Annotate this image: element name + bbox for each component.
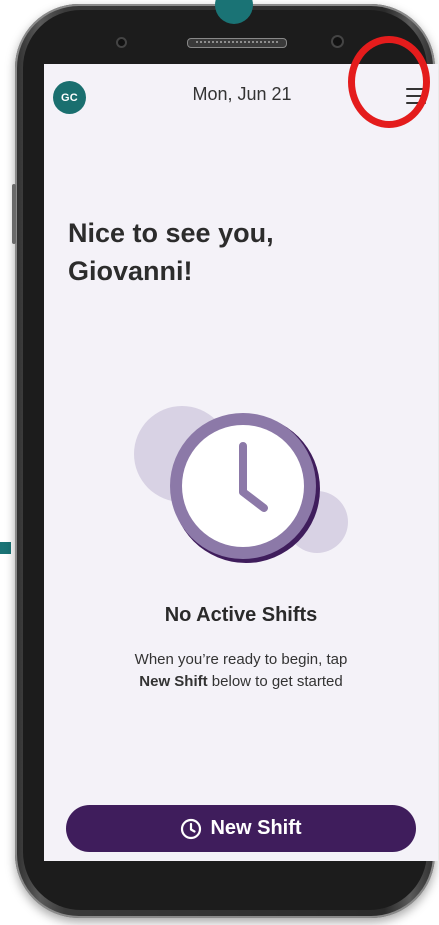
front-camera [331, 35, 344, 48]
avatar[interactable]: GC [53, 81, 86, 114]
highlight-circle-annotation [348, 36, 430, 128]
clock-icon [134, 406, 348, 563]
empty-state-desc-suffix: below to get started [211, 673, 343, 690]
empty-state-desc-line-2: New Shift below to get started [44, 671, 438, 693]
new-shift-label: New Shift [210, 817, 302, 839]
clock-icon [181, 818, 202, 839]
phone-frame: GC Mon, Jun 21 Nice to see you, Giovanni… [12, 4, 438, 918]
empty-state-desc-line-1: When you’re ready to begin, tap [134, 651, 348, 668]
app-screen: GC Mon, Jun 21 Nice to see you, Giovanni… [44, 64, 438, 861]
speaker-grille [195, 40, 279, 44]
empty-state-description: When you’re ready to begin, tap New Shif… [44, 649, 438, 693]
volume-button [12, 184, 16, 244]
empty-state-title: No Active Shifts [164, 604, 318, 626]
new-shift-emphasis: New Shift [139, 673, 208, 690]
greeting-name: Giovanni! [68, 256, 193, 286]
current-date: Mon, Jun 21 [192, 84, 292, 104]
greeting-heading: Nice to see you, Giovanni! [68, 214, 408, 290]
greeting-line-1: Nice to see you, [68, 218, 274, 248]
new-shift-button[interactable]: New Shift [66, 805, 416, 852]
decorative-teal-marker [0, 542, 11, 554]
avatar-initials: GC [60, 91, 79, 104]
proximity-sensor [116, 37, 127, 48]
